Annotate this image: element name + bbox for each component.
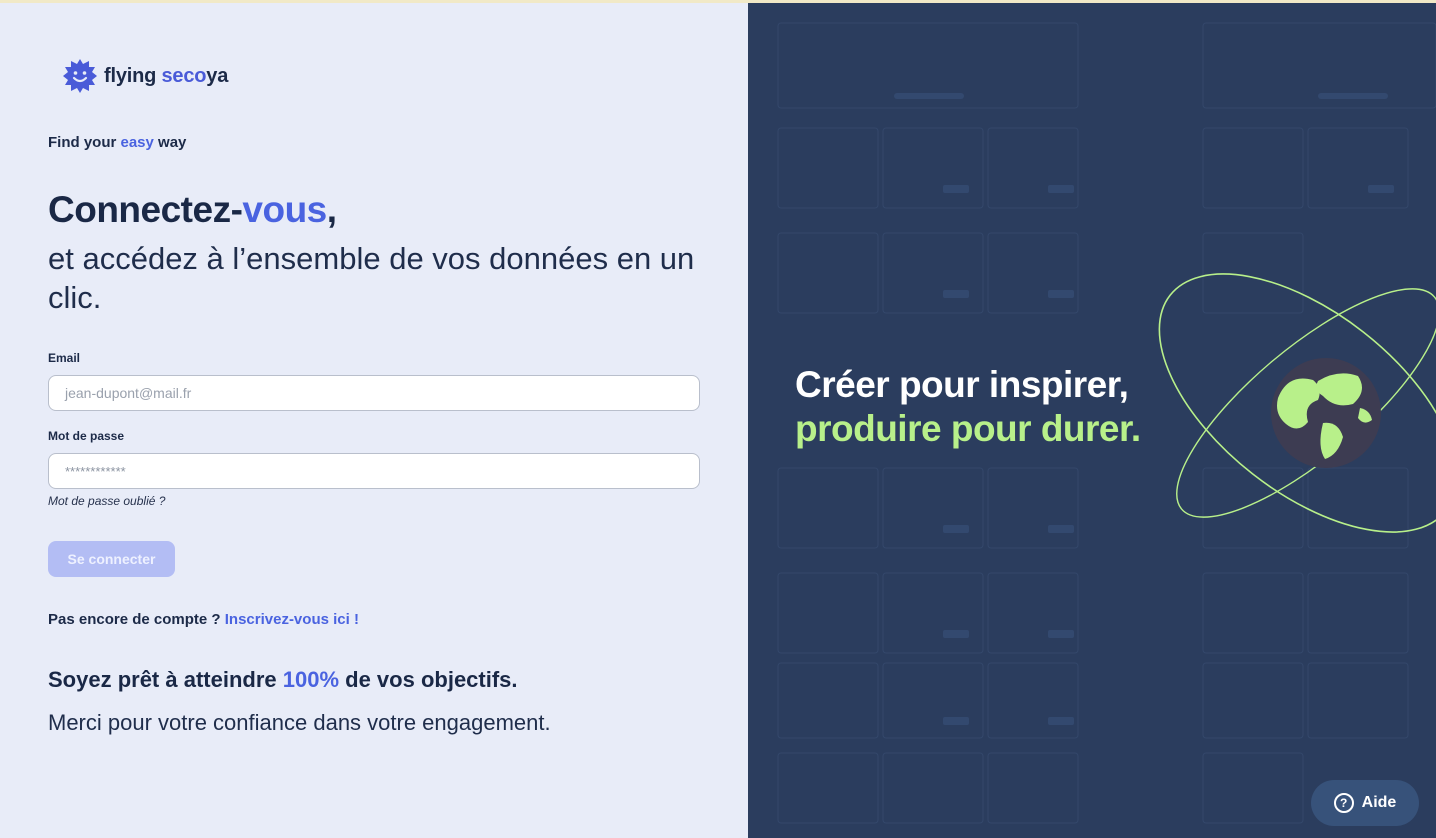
forgot-password-link[interactable]: Mot de passe oublié ? (48, 494, 165, 508)
hero-line-1: Créer pour inspirer, (795, 364, 1129, 405)
globe-icon (1271, 358, 1381, 468)
question-circle-icon: ? (1333, 793, 1354, 813)
email-field[interactable]: jean-dupont@mail.fr (48, 375, 700, 411)
login-button[interactable]: Se connecter (48, 541, 175, 577)
page-title: Connectez-vous, (48, 189, 337, 230)
email-placeholder: jean-dupont@mail.fr (65, 385, 192, 401)
password-label: Mot de passe (48, 429, 125, 443)
brand-name: flying secoya (104, 64, 229, 87)
email-label: Email (48, 351, 81, 365)
sun-smile-icon (63, 59, 97, 93)
page-subtitle: et accédez à l’ensemble de vos données e… (48, 241, 695, 315)
hero-line-2: produire pour durer. (795, 408, 1141, 449)
promo-panel: Créer pour inspirer, produire pour durer… (748, 3, 1436, 838)
signup-link[interactable]: Inscrivez-vous ici ! (225, 611, 359, 628)
tagline: Find your easy way (48, 134, 187, 151)
login-panel: flying secoya Find your easy way Connect… (0, 3, 748, 838)
help-button[interactable]: ? Aide (1311, 780, 1419, 826)
goal-text: Soyez prêt à atteindre 100% de vos objec… (48, 667, 518, 692)
password-field[interactable]: ************ (48, 453, 700, 489)
signup-prompt: Pas encore de compte ? Inscrivez-vous ic… (48, 611, 359, 628)
password-value: ************ (65, 463, 126, 479)
help-label: Aide (1361, 794, 1397, 811)
brand-logo[interactable]: flying secoya (62, 58, 228, 94)
thanks-text: Merci pour votre confiance dans votre en… (48, 710, 551, 735)
